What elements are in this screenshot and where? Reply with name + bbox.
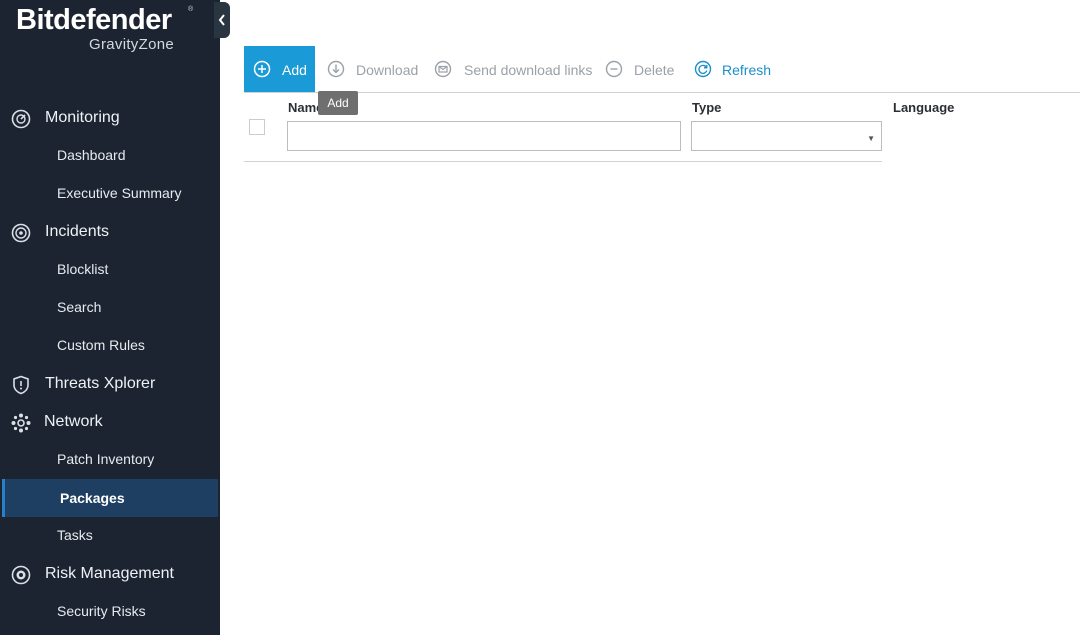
caret-down-icon: ▼ bbox=[867, 134, 875, 143]
sidebar-item-executive-summary[interactable]: Executive Summary bbox=[0, 175, 220, 211]
sidebar-item-search[interactable]: Search bbox=[0, 289, 220, 325]
risk-icon bbox=[11, 565, 31, 585]
download-icon bbox=[327, 60, 345, 78]
minus-circle-icon bbox=[605, 60, 623, 78]
column-header-language[interactable]: Language bbox=[893, 101, 954, 115]
sidebar-item-label: Security Risks bbox=[57, 603, 146, 619]
brand-logo[interactable]: Bitdefender ® GravityZone bbox=[16, 4, 196, 56]
delete-button[interactable]: Delete bbox=[604, 46, 674, 92]
sidebar-item-custom-rules[interactable]: Custom Rules bbox=[0, 327, 220, 363]
sidebar-collapse-button[interactable] bbox=[214, 2, 230, 38]
send-download-links-label: Send download links bbox=[464, 62, 593, 78]
sidebar-section-monitoring[interactable]: Monitoring bbox=[0, 100, 220, 136]
add-button-label: Add bbox=[282, 62, 307, 78]
network-icon bbox=[11, 413, 31, 433]
sidebar-section-label: Monitoring bbox=[45, 109, 120, 126]
sidebar-section-label: Network bbox=[44, 413, 103, 430]
sidebar-section-label: Risk Management bbox=[45, 565, 174, 582]
mail-icon bbox=[434, 60, 452, 78]
sidebar-item-label: Executive Summary bbox=[57, 185, 182, 201]
packages-toolbar: Add Download Send download links Delete … bbox=[244, 46, 1080, 93]
sidebar-item-label: Custom Rules bbox=[57, 337, 145, 353]
brand-name: Bitdefender bbox=[16, 4, 172, 36]
shield-icon bbox=[13, 375, 29, 395]
sidebar-item-label: Packages bbox=[60, 490, 125, 506]
sidebar: Bitdefender ® GravityZone Monitoring Das… bbox=[0, 0, 230, 635]
sidebar-item-security-risks[interactable]: Security Risks bbox=[0, 593, 220, 629]
sidebar-item-label: Patch Inventory bbox=[57, 451, 155, 467]
sidebar-item-packages[interactable]: Packages bbox=[2, 479, 218, 517]
chevron-left-icon bbox=[218, 14, 225, 26]
select-all-checkbox[interactable] bbox=[249, 119, 265, 135]
brand-trademark: ® bbox=[188, 6, 194, 13]
sidebar-item-label: Search bbox=[57, 299, 102, 315]
sidebar-item-tasks[interactable]: Tasks bbox=[0, 517, 220, 553]
refresh-button[interactable]: Refresh bbox=[693, 46, 773, 92]
sidebar-section-label: Threats Xplorer bbox=[45, 375, 156, 392]
sidebar-section-threats-xplorer[interactable]: Threats Xplorer bbox=[0, 366, 220, 402]
sidebar-section-risk-management[interactable]: Risk Management bbox=[0, 556, 220, 592]
refresh-icon bbox=[694, 60, 712, 78]
sidebar-section-network[interactable]: Network bbox=[0, 404, 220, 440]
type-filter-select[interactable]: ▼ bbox=[691, 121, 882, 151]
plus-circle-icon bbox=[253, 60, 271, 78]
add-button[interactable]: Add bbox=[244, 46, 315, 92]
add-tooltip: Add bbox=[318, 91, 358, 115]
name-filter-input[interactable] bbox=[287, 121, 681, 151]
delete-button-label: Delete bbox=[634, 62, 675, 78]
brand-product: GravityZone bbox=[89, 36, 174, 53]
sidebar-section-incidents[interactable]: Incidents bbox=[0, 214, 220, 250]
grid-divider bbox=[244, 161, 882, 162]
gauge-icon bbox=[11, 109, 31, 129]
sidebar-item-dashboard[interactable]: Dashboard bbox=[0, 137, 220, 173]
sidebar-item-patch-inventory[interactable]: Patch Inventory bbox=[0, 441, 220, 477]
refresh-button-label: Refresh bbox=[722, 62, 772, 78]
column-header-type[interactable]: Type bbox=[692, 101, 721, 115]
send-download-links-button[interactable]: Send download links bbox=[433, 46, 592, 92]
download-button-label: Download bbox=[356, 62, 419, 78]
radar-icon bbox=[11, 223, 31, 243]
sidebar-section-label: Incidents bbox=[45, 223, 110, 240]
sidebar-item-blocklist[interactable]: Blocklist bbox=[0, 251, 220, 287]
sidebar-item-label: Blocklist bbox=[57, 261, 109, 277]
download-button[interactable]: Download bbox=[326, 46, 419, 92]
app-root: Bitdefender ® GravityZone Monitoring Das… bbox=[0, 0, 1080, 635]
sidebar-item-label: Tasks bbox=[57, 527, 93, 543]
sidebar-item-label: Dashboard bbox=[57, 147, 126, 163]
